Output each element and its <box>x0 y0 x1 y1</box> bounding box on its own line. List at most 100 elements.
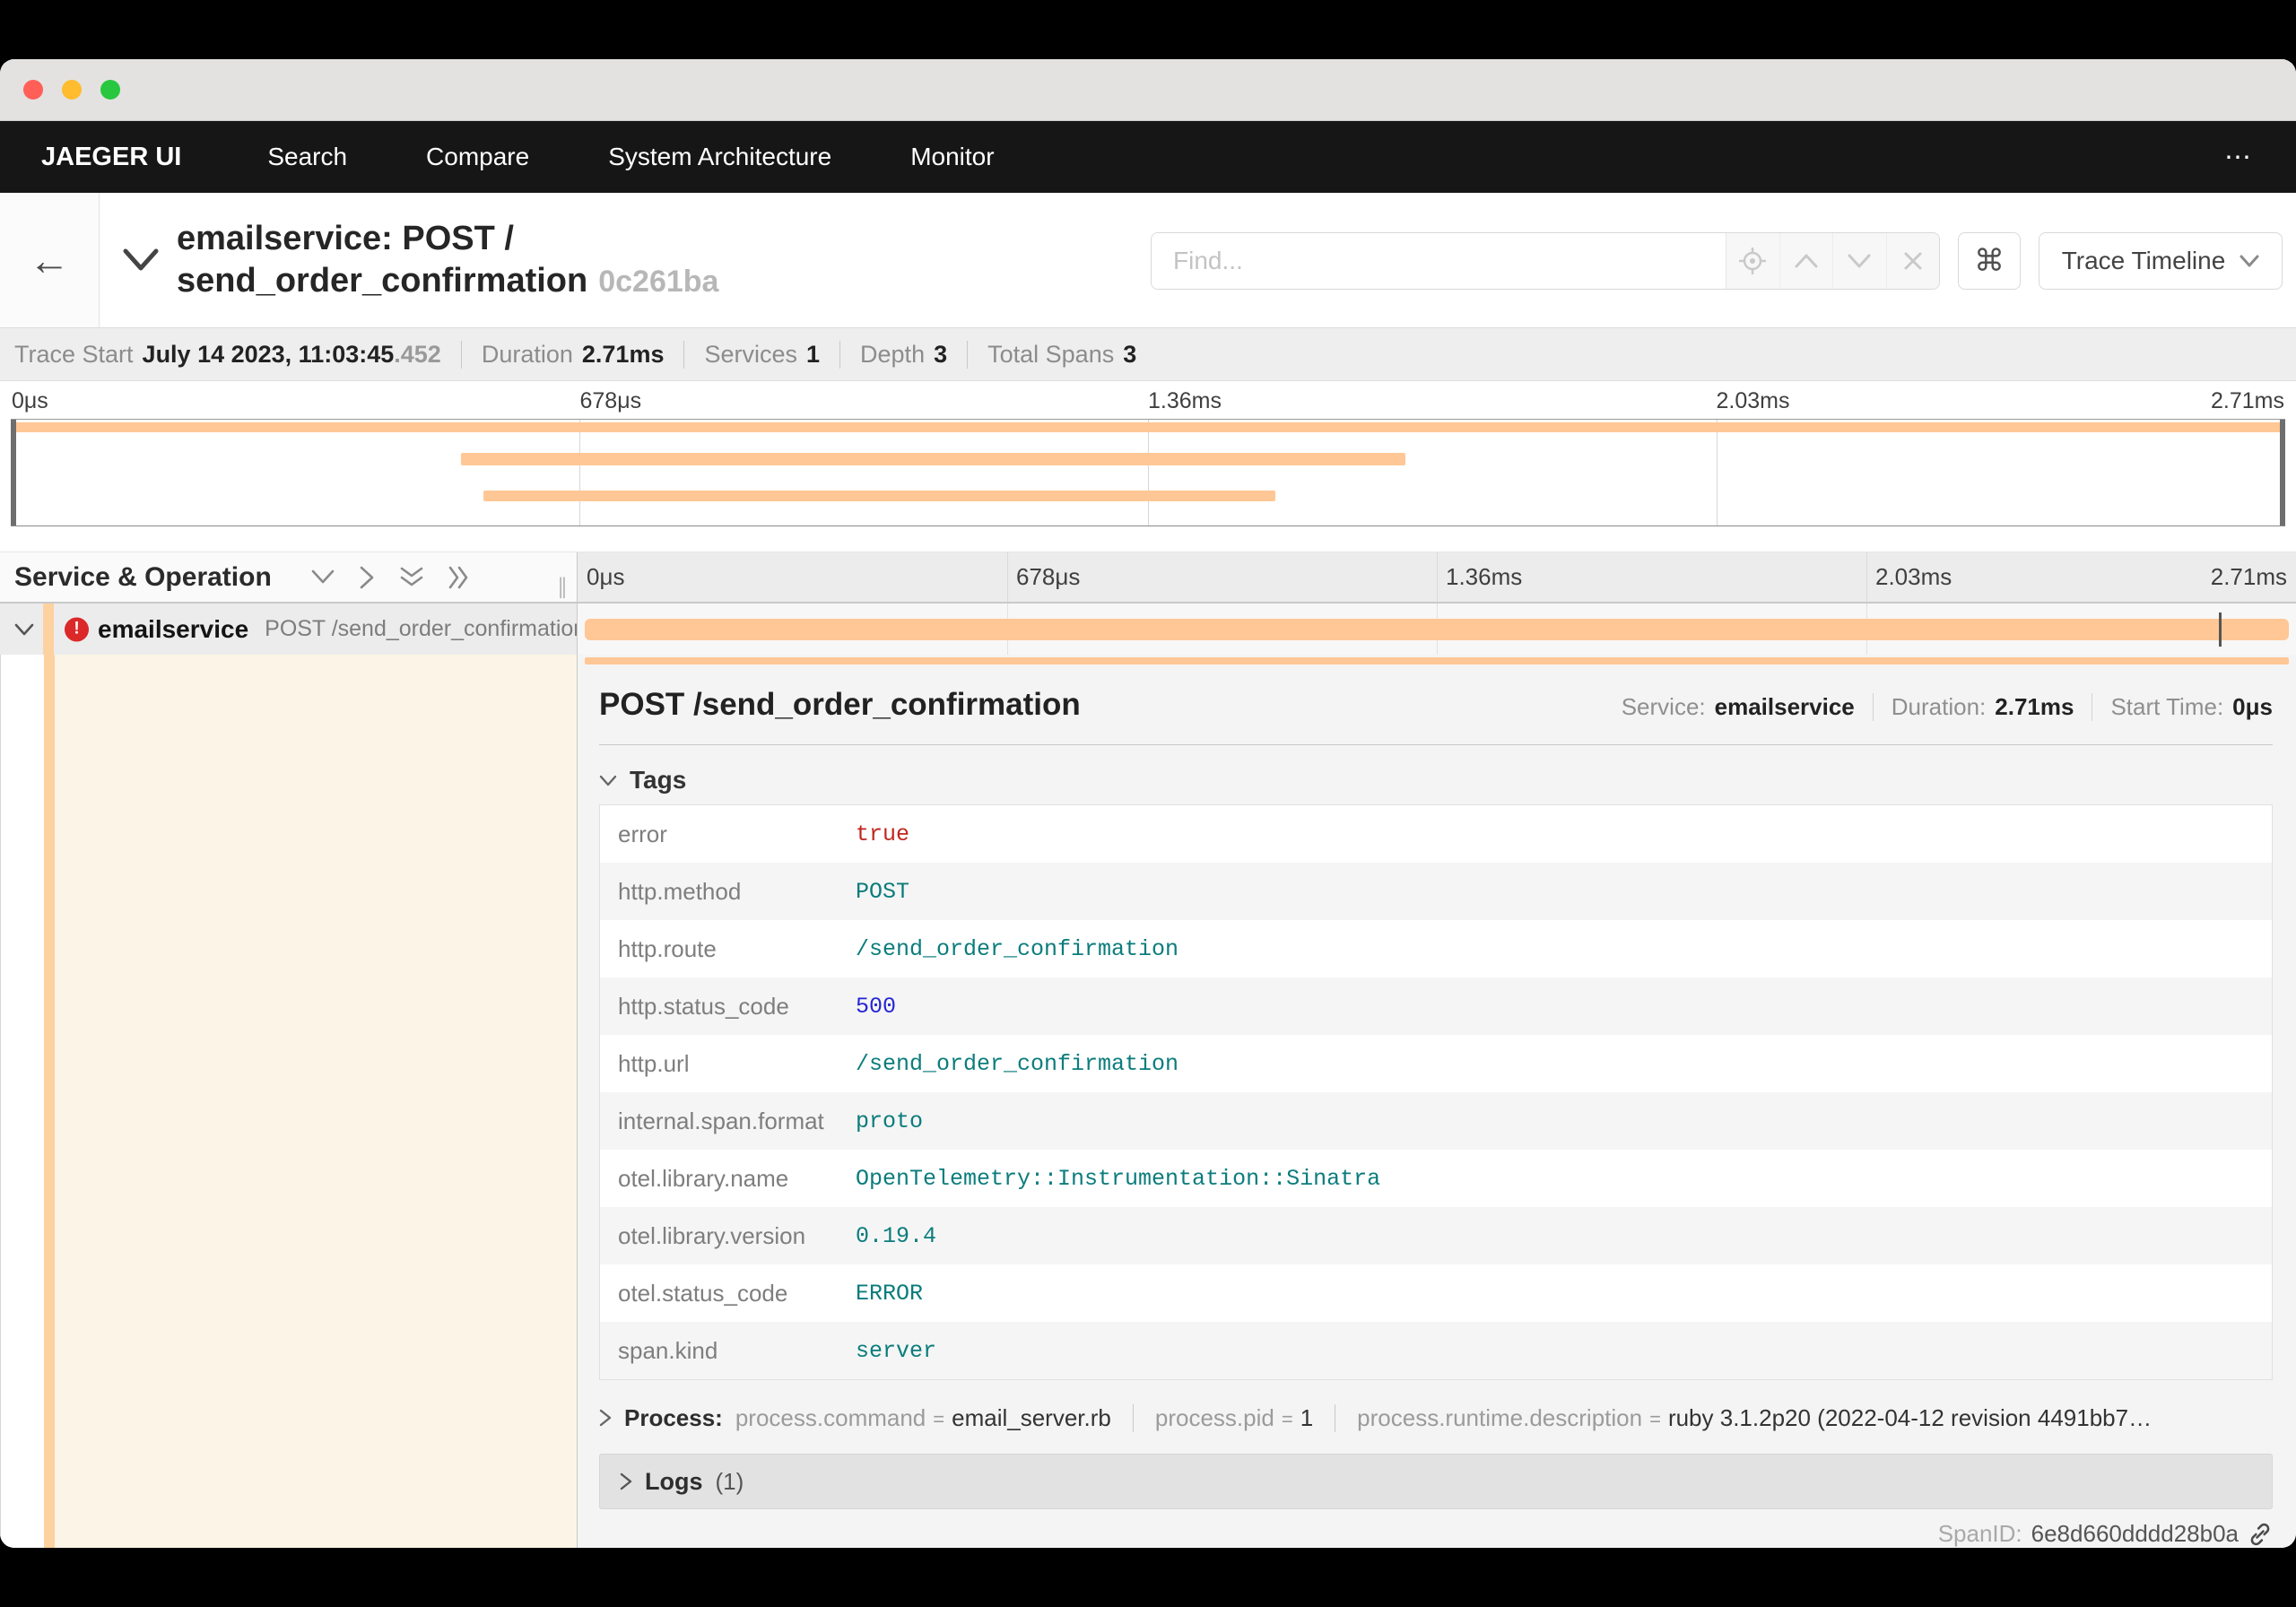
prev-result-chevron-up-icon[interactable] <box>1779 233 1833 289</box>
back-arrow-icon[interactable]: ← <box>29 239 70 281</box>
logs-count: (1) <box>715 1467 744 1495</box>
logs-section-toggle[interactable]: Logs (1) <box>599 1454 2273 1509</box>
tags-section-toggle[interactable]: Tags <box>599 765 2273 795</box>
jaeger-logo[interactable]: JAEGER UI <box>41 143 181 172</box>
tag-value: 0.19.4 <box>856 1222 937 1249</box>
process-key: process.runtime.description <box>1357 1403 1643 1431</box>
minimap-gridline <box>579 420 580 526</box>
nav-item-search[interactable]: Search <box>267 143 347 171</box>
tag-row[interactable]: otel.library.name OpenTelemetry::Instrum… <box>600 1150 2272 1207</box>
chevron-down-icon <box>599 775 617 786</box>
tag-row[interactable]: error true <box>600 805 2272 863</box>
tick-label: 1.36ms <box>1148 388 1222 413</box>
span-row-name-column[interactable]: ! emailservice POST /send_order_confirma… <box>0 604 577 655</box>
tags-section-title: Tags <box>630 766 687 794</box>
tick-label: 2.71ms <box>2211 388 2284 413</box>
minimap-canvas[interactable] <box>11 419 2285 526</box>
span-row-emailservice[interactable]: ! emailservice POST /send_order_confirma… <box>0 604 2296 655</box>
page-title: emailservice: POST / send_order_confirma… <box>177 218 718 303</box>
tag-value: server <box>856 1337 937 1364</box>
detail-span-bar <box>584 657 2290 665</box>
collapse-controls <box>311 566 470 589</box>
tag-value: true <box>856 821 910 847</box>
span-children-chevron-down-icon[interactable] <box>14 623 34 636</box>
axis-gridline <box>1007 552 1008 602</box>
tag-row[interactable]: otel.status_code ERROR <box>600 1264 2272 1322</box>
meta-duration: Duration: 2.71ms <box>1872 693 2074 721</box>
process-section-title: Process: <box>624 1403 723 1431</box>
zoom-window-button[interactable] <box>100 80 120 100</box>
screen: { "navbar": { "brand": "JAEGER UI", "ite… <box>0 0 2296 1607</box>
meta-service: Service: emailservice <box>1622 693 1855 721</box>
expand-all-double-chevron-right-icon[interactable] <box>448 566 470 589</box>
process-key: process.command <box>735 1403 926 1431</box>
back-column[interactable]: ← <box>0 193 100 327</box>
tick-label: 2.03ms <box>1875 563 1952 590</box>
tick-label: 2.71ms <box>2210 563 2287 590</box>
expand-one-chevron-right-icon[interactable] <box>360 566 375 589</box>
focus-match-icon[interactable] <box>1726 233 1779 289</box>
nav-item-compare[interactable]: Compare <box>426 143 529 171</box>
nav-item-monitor[interactable]: Monitor <box>910 143 994 171</box>
span-operation-name: POST /send_order_confirmation <box>265 616 577 641</box>
tag-key: http.status_code <box>618 992 789 1020</box>
link-icon[interactable] <box>2248 1522 2273 1547</box>
find-input[interactable] <box>1152 233 1726 289</box>
process-key: process.pid <box>1154 1403 1274 1431</box>
trace-title-line1: emailservice: POST / <box>177 219 514 257</box>
summary-value: July 14 2023, 11:03:45 <box>142 340 395 368</box>
summary-depth: Depth 3 <box>839 340 947 369</box>
minimap-gridline <box>1717 420 1718 526</box>
log-event-marker[interactable] <box>2218 612 2222 647</box>
tag-value: OpenTelemetry::Instrumentation::Sinatra <box>856 1165 1381 1192</box>
tag-key: otel.library.version <box>618 1221 806 1249</box>
tag-key: http.route <box>618 934 717 962</box>
collapse-all-chevron-down-icon[interactable] <box>311 569 335 585</box>
tag-value: /send_order_confirmation <box>856 935 1179 962</box>
timeline-axis-header: 0μs 678μs 1.36ms 2.03ms 2.71ms <box>577 552 2296 602</box>
find-group <box>1151 232 1940 290</box>
process-section-toggle[interactable]: Process: process.command = email_server.… <box>599 1402 2273 1434</box>
tag-row[interactable]: http.route /send_order_confirmation <box>600 920 2272 977</box>
process-runtime-description: process.runtime.description = ruby 3.1.2… <box>1335 1403 2273 1432</box>
collapse-all-double-chevron-down-icon[interactable] <box>400 567 423 588</box>
nav-item-system-architecture[interactable]: System Architecture <box>608 143 831 171</box>
tag-row[interactable]: http.status_code 500 <box>600 977 2272 1035</box>
meta-label: Duration: <box>1891 693 1987 720</box>
chevron-right-icon <box>599 1409 612 1427</box>
top-navbar: JAEGER UI Search Compare System Architec… <box>0 121 2296 193</box>
summary-services: Services 1 <box>683 340 820 369</box>
tag-row[interactable]: http.url /send_order_confirmation <box>600 1035 2272 1092</box>
column-resizer-handle[interactable]: ∥ <box>557 574 568 600</box>
trace-id: 0c261ba <box>598 264 719 299</box>
trace-view-selector[interactable]: Trace Timeline <box>2039 232 2283 290</box>
summary-label: Services <box>704 340 797 368</box>
tag-key: error <box>618 820 667 847</box>
collapse-trace-chevron-down-icon[interactable] <box>123 248 159 272</box>
tag-row[interactable]: otel.library.version 0.19.4 <box>600 1207 2272 1264</box>
service-color-strip <box>43 604 54 655</box>
macos-titlebar <box>0 59 2296 121</box>
minimap-right-scrubber-handle[interactable] <box>2280 420 2285 526</box>
tick-label: 0μs <box>12 388 48 413</box>
minimap-tick-labels: 0μs 678μs 1.36ms 2.03ms 2.71ms <box>12 388 2284 415</box>
span-duration-bar[interactable] <box>584 619 2290 640</box>
next-result-chevron-down-icon[interactable] <box>1832 233 1886 289</box>
tag-key: http.url <box>618 1049 690 1077</box>
minimize-window-button[interactable] <box>62 80 82 100</box>
tag-row[interactable]: internal.span.format proto <box>600 1092 2272 1150</box>
close-window-button[interactable] <box>23 80 43 100</box>
app-window: JAEGER UI Search Compare System Architec… <box>0 59 2296 1548</box>
tag-row[interactable]: http.method POST <box>600 863 2272 920</box>
clear-find-close-icon[interactable] <box>1885 233 1940 289</box>
service-operation-header: Service & Operation ∥ <box>0 552 577 602</box>
keyboard-shortcuts-button[interactable]: ⌘ <box>1958 232 2021 290</box>
trace-page-header: ← emailservice: POST / send_order_confir… <box>0 193 2296 327</box>
summary-value: 3 <box>1123 340 1137 368</box>
span-row-timeline[interactable] <box>577 604 2296 655</box>
tag-row[interactable]: span.kind server <box>600 1322 2272 1379</box>
summary-label: Duration <box>481 340 573 368</box>
minimap-left-scrubber-handle[interactable] <box>11 420 16 526</box>
overflow-menu-icon[interactable]: ⋯ <box>2224 142 2255 173</box>
minimap-span-bar <box>461 453 1405 465</box>
